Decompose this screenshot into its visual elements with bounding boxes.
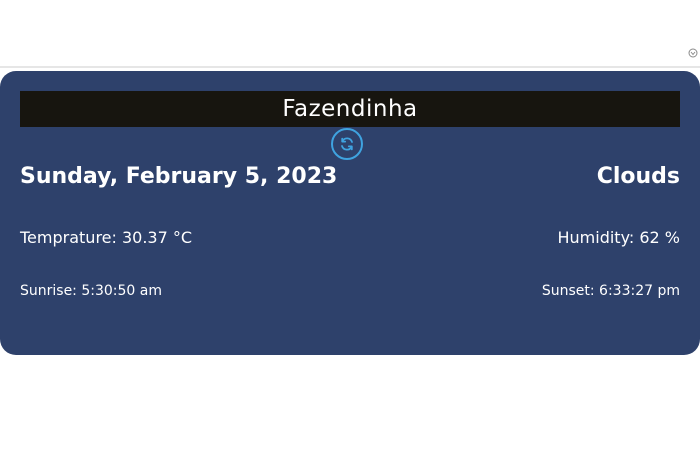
temp-humidity-row: Temprature: 30.37 °C Humidity: 62 % <box>20 228 680 247</box>
sunrise-time: Sunrise: 5:30:50 am <box>20 283 162 299</box>
chevron-down-icon[interactable] <box>688 48 698 58</box>
sunrise-sunset-row: Sunrise: 5:30:50 am Sunset: 6:33:27 pm <box>20 283 680 299</box>
current-date: Sunday, February 5, 2023 <box>20 164 338 189</box>
date-condition-row: Sunday, February 5, 2023 Clouds <box>20 164 680 189</box>
page-top-area <box>0 0 700 66</box>
refresh-button[interactable] <box>331 128 363 160</box>
weather-card: Fazendinha Sunday, February 5, 2023 Clou… <box>0 71 700 355</box>
location-name: Fazendinha <box>282 96 418 122</box>
temperature-value: Temprature: 30.37 °C <box>20 228 193 247</box>
refresh-icon <box>341 137 353 151</box>
top-divider <box>0 66 700 68</box>
humidity-value: Humidity: 62 % <box>557 228 680 247</box>
sunset-time: Sunset: 6:33:27 pm <box>541 283 680 299</box>
location-bar: Fazendinha <box>20 91 680 127</box>
weather-condition: Clouds <box>596 164 680 189</box>
